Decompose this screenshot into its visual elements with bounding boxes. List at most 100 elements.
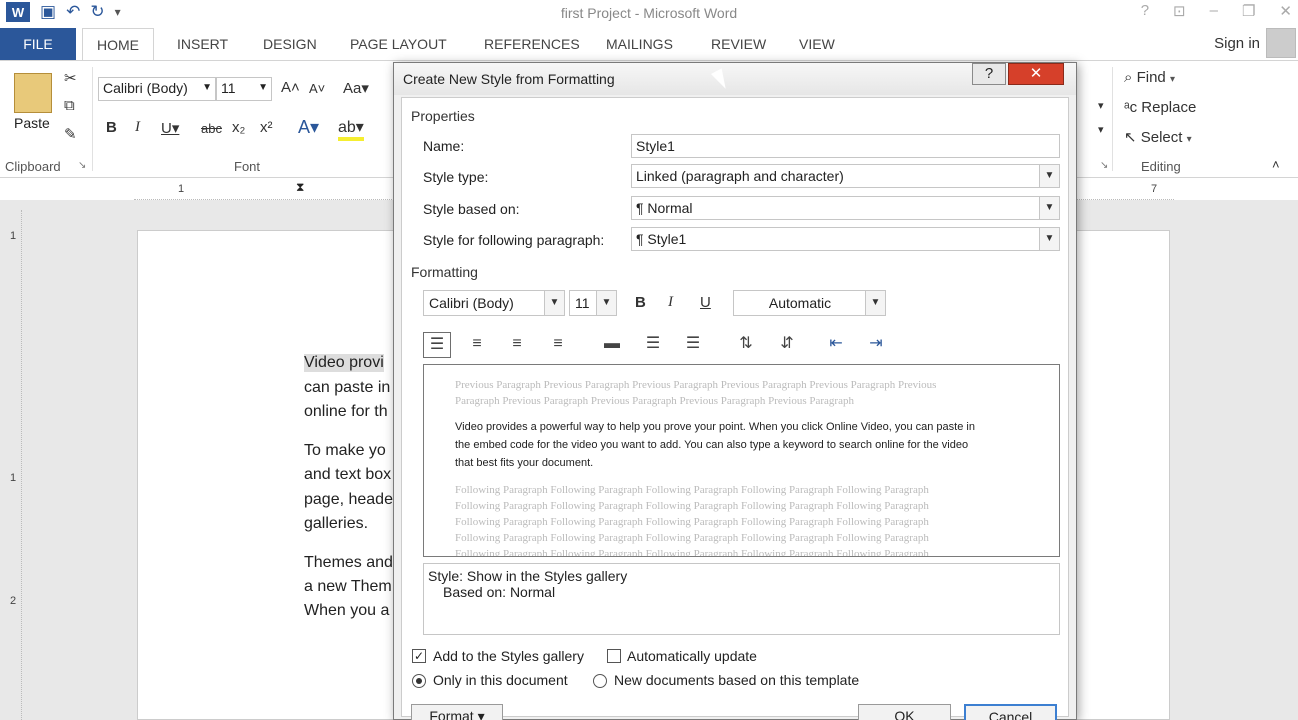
document-text-line[interactable]: To make yo: [304, 442, 386, 460]
copy-icon[interactable]: ⧉: [64, 97, 75, 114]
dialog-font-name-combo[interactable]: Calibri (Body) ▼: [423, 290, 565, 316]
change-case-icon[interactable]: Aa▾: [343, 79, 369, 97]
format-menu-button[interactable]: Format ▾: [411, 704, 503, 720]
document-text-line[interactable]: a new Them: [304, 578, 392, 596]
align-left-button[interactable]: ☰: [423, 332, 451, 358]
font-name-combo[interactable]: Calibri (Body) ▼: [98, 77, 216, 101]
paste-icon[interactable]: [14, 73, 52, 113]
justify-button[interactable]: ≡: [544, 332, 572, 358]
styles-more-icon[interactable]: ▾: [1098, 123, 1104, 136]
format-painter-icon[interactable]: ✎: [64, 125, 77, 143]
tab-view[interactable]: VIEW: [799, 28, 835, 60]
decrease-indent-icon[interactable]: ⇤: [822, 332, 850, 358]
grow-font-icon[interactable]: A˄: [281, 79, 300, 96]
find-button[interactable]: ⌕ Find ▾: [1124, 69, 1175, 86]
window-title: first Project - Microsoft Word: [560, 5, 738, 21]
tab-design[interactable]: DESIGN: [263, 28, 317, 60]
editing-group-label: Editing: [1141, 159, 1181, 174]
document-text-line[interactable]: and text box: [304, 466, 391, 484]
tab-file[interactable]: FILE: [0, 28, 76, 60]
document-text-line[interactable]: can paste in: [304, 379, 390, 397]
document-text-line[interactable]: galleries.: [304, 515, 368, 533]
dialog-font-size-combo[interactable]: 11 ▼: [569, 290, 617, 316]
increase-indent-icon[interactable]: ⇥: [862, 332, 890, 358]
style-type-select[interactable]: Linked (paragraph and character) ▼: [631, 164, 1060, 188]
font-color-combo[interactable]: Automatic ▼: [733, 290, 886, 316]
double-spacing-button[interactable]: ☰: [679, 332, 707, 358]
ribbon-display-icon[interactable]: ⊡: [1173, 2, 1186, 20]
increase-paragraph-spacing-icon[interactable]: ⇅: [732, 332, 760, 358]
new-documents-radio[interactable]: [593, 674, 607, 688]
highlight-icon[interactable]: ab▾: [338, 117, 364, 141]
styles-launcher-icon[interactable]: ↘: [1100, 160, 1108, 171]
only-this-document-radio[interactable]: [412, 674, 426, 688]
paste-button-label[interactable]: Paste: [14, 115, 50, 131]
chevron-down-icon[interactable]: ▼: [1039, 165, 1059, 187]
superscript-icon[interactable]: x²: [260, 119, 273, 136]
sign-in-link[interactable]: Sign in: [1214, 35, 1260, 52]
new-documents-label[interactable]: New documents based on this template: [614, 672, 859, 688]
dialog-help-button[interactable]: ?: [972, 63, 1006, 85]
cancel-button[interactable]: Cancel: [964, 704, 1057, 720]
tab-mailings[interactable]: MAILINGS: [606, 28, 673, 60]
align-center-button[interactable]: ≡: [463, 332, 491, 358]
maximize-icon[interactable]: ❐: [1242, 2, 1255, 20]
document-text-line[interactable]: When you a: [304, 602, 389, 620]
dialog-italic-button[interactable]: I: [668, 294, 673, 311]
document-text-line[interactable]: online for th: [304, 403, 388, 421]
tab-review[interactable]: REVIEW: [711, 28, 766, 60]
ok-button[interactable]: OK: [858, 704, 951, 720]
style-name-input[interactable]: Style1: [631, 134, 1060, 158]
text-effects-icon[interactable]: A▾: [298, 117, 319, 138]
dialog-close-button[interactable]: ✕: [1008, 63, 1064, 85]
italic-icon[interactable]: I: [135, 119, 140, 136]
preview-following-line: Following Paragraph Following Paragraph …: [455, 548, 929, 557]
decrease-paragraph-spacing-icon[interactable]: ⇵: [773, 332, 801, 358]
collapse-ribbon-icon[interactable]: ˄: [1272, 157, 1280, 172]
dialog-bold-button[interactable]: B: [635, 294, 646, 311]
minimize-icon[interactable]: –: [1210, 2, 1218, 20]
tab-references[interactable]: REFERENCES: [484, 28, 580, 60]
chevron-down-icon[interactable]: ▼: [258, 82, 268, 93]
style-based-on-select[interactable]: ¶ Normal ▼: [631, 196, 1060, 220]
shrink-font-icon[interactable]: A˅: [309, 81, 325, 96]
strikethrough-icon[interactable]: abc: [201, 121, 222, 136]
auto-update-checkbox[interactable]: [607, 649, 621, 663]
chevron-down-icon[interactable]: ▼: [865, 291, 885, 315]
help-icon[interactable]: ?: [1141, 2, 1149, 20]
document-text-line[interactable]: page, heade: [304, 491, 393, 509]
styles-scroll-icon[interactable]: ▾: [1098, 99, 1104, 112]
replace-button[interactable]: ᵃc Replace: [1124, 99, 1196, 116]
dialog-underline-button[interactable]: U: [700, 294, 711, 311]
tab-home[interactable]: HOME: [82, 28, 154, 60]
indent-marker-icon[interactable]: ⧗: [296, 180, 304, 195]
avatar[interactable]: [1266, 28, 1296, 58]
document-text-line[interactable]: Video provi: [304, 354, 384, 372]
cut-icon[interactable]: ✂: [64, 69, 77, 87]
chevron-down-icon[interactable]: ▼: [202, 82, 212, 93]
bold-icon[interactable]: B: [106, 119, 117, 136]
clipboard-launcher-icon[interactable]: ↘: [78, 160, 86, 171]
tab-page-layout[interactable]: PAGE LAYOUT: [350, 28, 447, 60]
chevron-down-icon[interactable]: ▼: [1039, 228, 1059, 250]
close-icon[interactable]: ✕: [1279, 2, 1292, 20]
chevron-down-icon[interactable]: ▼: [1039, 197, 1059, 219]
only-this-document-label[interactable]: Only in this document: [433, 672, 568, 688]
subscript-icon[interactable]: x₂: [232, 119, 245, 136]
document-text-line[interactable]: Themes and: [304, 554, 393, 572]
chevron-down-icon[interactable]: ▼: [544, 291, 564, 315]
tab-insert[interactable]: INSERT: [177, 28, 228, 60]
select-button[interactable]: ↖ Select ▾: [1124, 128, 1192, 146]
add-to-gallery-checkbox[interactable]: ✓: [412, 649, 426, 663]
chevron-down-icon[interactable]: ▼: [596, 291, 616, 315]
one-half-spacing-button[interactable]: ☰: [639, 332, 667, 358]
following-paragraph-select[interactable]: ¶ Style1 ▼: [631, 227, 1060, 251]
add-to-gallery-label[interactable]: Add to the Styles gallery: [433, 648, 584, 664]
align-right-button[interactable]: ≡: [503, 332, 531, 358]
single-spacing-button[interactable]: ▬: [598, 332, 626, 358]
underline-icon[interactable]: U▾: [161, 119, 179, 137]
font-size-combo[interactable]: 11 ▼: [216, 77, 272, 101]
dialog-title-bar[interactable]: Create New Style from Formatting ? ✕: [394, 63, 1076, 95]
auto-update-label[interactable]: Automatically update: [627, 648, 757, 664]
vertical-ruler[interactable]: 1 1 2: [8, 210, 22, 720]
